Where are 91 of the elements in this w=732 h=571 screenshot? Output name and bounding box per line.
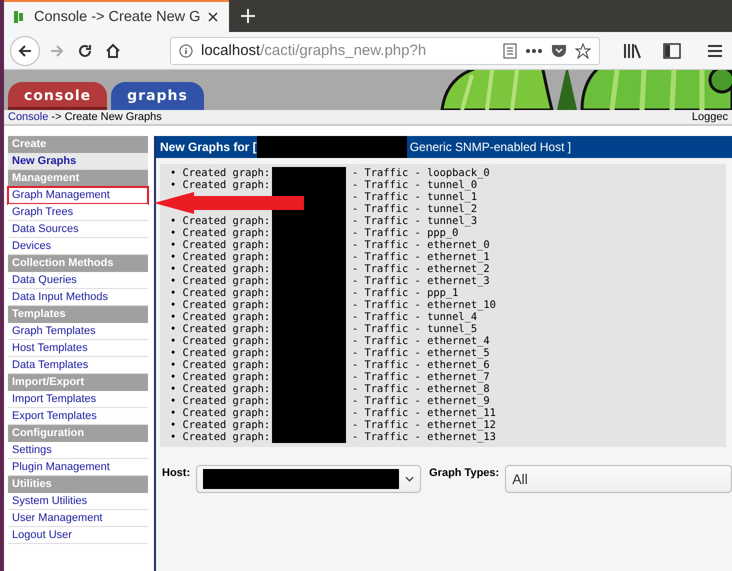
reader-icon[interactable] xyxy=(503,42,517,58)
result-label: • Created graph: xyxy=(170,359,270,371)
panel-title: New Graphs for [ xyxy=(160,140,257,154)
result-text: - Traffic - tunnel_1 xyxy=(352,191,478,203)
address-bar[interactable]: localhost/cacti/graphs_new.php?h xyxy=(170,36,600,64)
pocket-icon[interactable] xyxy=(551,44,567,58)
close-icon[interactable] xyxy=(208,12,218,22)
result-text: - Traffic - tunnel_0 xyxy=(352,179,478,191)
menu-item[interactable]: Logout User xyxy=(8,527,148,544)
result-text: - Traffic - tunnel_3 xyxy=(352,215,478,227)
breadcrumb-link[interactable]: Console xyxy=(8,111,48,123)
chevron-icon xyxy=(405,476,414,482)
host-select[interactable] xyxy=(196,465,422,493)
menu-item[interactable]: Export Templates xyxy=(8,408,148,425)
result-label: • Created graph: xyxy=(170,227,270,239)
result-label: • Created graph: xyxy=(170,419,270,431)
menu-header: Collection Methods xyxy=(8,255,148,272)
result-text: - Traffic - ethernet_5 xyxy=(352,347,490,359)
menu-item[interactable]: Plugin Management xyxy=(8,459,148,476)
result-text: - Traffic - ethernet_10 xyxy=(352,299,496,311)
result-text: - Traffic - ethernet_13 xyxy=(352,431,496,443)
result-text: - Traffic - ethernet_12 xyxy=(352,419,496,431)
result-label: • Created graph: xyxy=(170,383,270,395)
breadcrumb: Console -> Create New Graphs xyxy=(8,111,162,123)
menu-item[interactable]: User Management xyxy=(8,510,148,527)
menu-item[interactable]: Data Queries xyxy=(8,272,148,289)
result-label: • Created graph: xyxy=(170,251,270,263)
menu-item[interactable]: Data Input Methods xyxy=(8,289,148,306)
cactus-icon xyxy=(12,9,26,25)
result-label: • Created graph: xyxy=(170,395,270,407)
menu-header: Import/Export xyxy=(8,374,148,391)
login-status: Loggec xyxy=(692,111,728,123)
host-label: Host: xyxy=(162,466,190,479)
result-text: - Traffic - loopback_0 xyxy=(352,167,490,179)
star-icon[interactable] xyxy=(575,42,591,58)
result-label: • Created graph: xyxy=(170,299,270,311)
back-icon xyxy=(17,42,33,58)
menu-header: Management xyxy=(8,170,148,187)
result-label: • Created graph: xyxy=(170,323,270,335)
menu-item[interactable]: New Graphs xyxy=(8,153,148,170)
menu-item[interactable]: Data Sources xyxy=(8,221,148,238)
result-label: • Created graph: xyxy=(170,179,270,191)
menu-item[interactable]: Devices xyxy=(8,238,148,255)
result-text: - Traffic - ethernet_8 xyxy=(352,383,490,395)
graph-types-select[interactable]: All xyxy=(505,465,732,493)
result-text: - Traffic - ethernet_6 xyxy=(352,359,490,371)
menu-header: Configuration xyxy=(8,425,148,442)
nav-tab[interactable]: graphs xyxy=(111,82,204,110)
menu-header: Utilities xyxy=(8,476,148,493)
menu-item[interactable]: Import Templates xyxy=(8,391,148,408)
menu-item[interactable]: Host Templates xyxy=(8,340,148,357)
menu-item[interactable]: Graph Management xyxy=(8,187,148,204)
result-text: - Traffic - ethernet_1 xyxy=(352,251,490,263)
result-text: - Traffic - ethernet_11 xyxy=(352,407,496,419)
menu-header: Templates xyxy=(8,306,148,323)
result-label: • Created graph: xyxy=(170,287,270,299)
result-text: - Traffic - tunnel_4 xyxy=(352,311,478,323)
result-label: • Created graph: xyxy=(170,431,270,443)
menu-header: Create xyxy=(8,136,148,153)
result-text: - Traffic - ppp_0 xyxy=(352,227,458,239)
menu-item[interactable]: Settings xyxy=(8,442,148,459)
info-icon xyxy=(179,44,193,58)
browser-tab[interactable]: Console -> Create New G xyxy=(4,0,229,32)
result-text: - Traffic - ethernet_2 xyxy=(352,263,490,275)
menu-item[interactable]: System Utilities xyxy=(8,493,148,510)
result-label: • Created graph: xyxy=(170,263,270,275)
result-label: • Created graph: xyxy=(170,167,270,179)
menu-item[interactable]: Graph Templates xyxy=(8,323,148,340)
more-icon[interactable] xyxy=(525,48,543,54)
result-text: - Traffic - ethernet_4 xyxy=(352,335,490,347)
back-button[interactable] xyxy=(10,36,40,66)
nav-tab[interactable]: console xyxy=(8,82,108,110)
result-label: • Created graph: xyxy=(170,239,270,251)
result-text: - Traffic - tunnel_5 xyxy=(352,323,478,335)
menu-item[interactable]: Graph Trees xyxy=(8,204,148,221)
result-label: • Created graph: xyxy=(170,275,270,287)
result-text: - Traffic - ethernet_7 xyxy=(352,371,490,383)
result-text: - Traffic - tunnel_2 xyxy=(352,203,478,215)
result-label: • Created graph: xyxy=(170,371,270,383)
result-text: - Traffic - ethernet_9 xyxy=(352,395,490,407)
result-label: • Created graph: xyxy=(170,215,270,227)
result-label: • Created graph: xyxy=(170,347,270,359)
result-text: - Traffic - ethernet_3 xyxy=(352,275,490,287)
result-label: • Created graph: xyxy=(170,407,270,419)
result-label: • Created graph: xyxy=(170,335,270,347)
result-text: - Traffic - ethernet_0 xyxy=(352,239,490,251)
panel-title: Generic SNMP-enabled Host ] xyxy=(410,140,572,154)
result-label: • Created graph: xyxy=(170,311,270,323)
menu-item[interactable]: Data Templates xyxy=(8,357,148,374)
result-text: - Traffic - ppp_1 xyxy=(352,287,458,299)
graph-types-label: Graph Types: xyxy=(429,466,500,479)
